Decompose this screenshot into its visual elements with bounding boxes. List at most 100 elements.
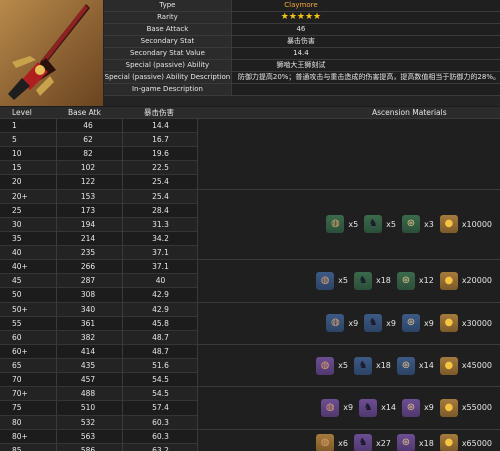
- material-count: x9: [386, 318, 396, 328]
- ascension-materials-cell: ◍ x6 ♞ x27 ⊛ x18 ● x65000: [198, 429, 500, 451]
- material-item[interactable]: ● x20000: [439, 271, 492, 290]
- secondary-stat-cell: 25.4: [152, 191, 169, 201]
- scroll-icon: ⊛: [401, 398, 420, 417]
- secondary-stat-cell: 34.2: [152, 233, 169, 243]
- mask-fragment-icon-glyph: ◍: [320, 437, 330, 449]
- material-count: x9: [343, 403, 354, 413]
- secondary-stat-cell: 51.6: [152, 361, 169, 371]
- material-count: x9: [348, 318, 359, 328]
- base-atk-cell: 122: [80, 177, 96, 187]
- material-item[interactable]: ♞ x27: [353, 434, 391, 451]
- material-item[interactable]: ⊛ x9: [401, 314, 434, 333]
- level-cell: 80+: [12, 431, 28, 441]
- material-item[interactable]: ♞ x14: [359, 398, 396, 417]
- material-item[interactable]: ● x65000: [439, 434, 492, 451]
- material-item[interactable]: ● x55000: [439, 398, 492, 417]
- info-row: Special (passive) Ability Description 防御力…: [104, 71, 500, 85]
- base-atk-cell: 586: [80, 445, 96, 451]
- material-item[interactable]: ⊛ x18: [396, 434, 434, 451]
- material-item[interactable]: ◍ x5: [326, 215, 358, 234]
- base-atk-cell: 173: [80, 205, 96, 215]
- base-atk-cell: 340: [80, 304, 96, 314]
- material-item[interactable]: ◍ x9: [321, 398, 354, 417]
- info-row: Secondary Stat Value 14.4: [104, 47, 500, 61]
- secondary-stat-cell: 42.9: [152, 290, 169, 300]
- material-item[interactable]: ♞ x18: [353, 271, 391, 290]
- secondary-stat-cell: 25.4: [152, 177, 169, 187]
- material-item[interactable]: ◍ x5: [316, 271, 348, 290]
- mora-coin-icon: ●: [439, 356, 458, 375]
- mora-coin-icon-glyph: ●: [444, 401, 454, 413]
- material-item[interactable]: ♞ x9: [364, 314, 396, 333]
- level-cell: 20+: [12, 191, 28, 201]
- material-item[interactable]: ◍ x5: [316, 356, 348, 375]
- table-row: 45 287 40: [0, 274, 197, 289]
- material-item[interactable]: ⊛ x14: [396, 356, 434, 375]
- table-row: 10 82 19.6: [0, 147, 197, 162]
- ascension-materials-cell: ◍ x5 ♞ x5 ⊛ x3 ● x10000: [198, 189, 500, 261]
- material-item[interactable]: ⊛ x3: [401, 215, 434, 234]
- header-level: Level: [12, 108, 32, 117]
- secondary-stat-cell: 31.3: [152, 219, 169, 229]
- slime-icon: ♞: [353, 356, 372, 375]
- material-item[interactable]: ♞ x18: [353, 356, 391, 375]
- info-row: Rarity ★★★★★: [104, 11, 500, 25]
- slime-icon: ♞: [364, 314, 383, 333]
- base-atk-cell: 287: [80, 276, 96, 286]
- mora-coin-icon: ●: [439, 398, 458, 417]
- base-atk-cell: 308: [80, 290, 96, 300]
- secondary-stat-cell: 45.8: [152, 318, 169, 328]
- slime-icon: ♞: [353, 434, 372, 451]
- secondary-stat-cell: 54.5: [152, 375, 169, 385]
- secondary-stat-cell: 42.9: [152, 304, 169, 314]
- level-cell: 70+: [12, 389, 28, 399]
- material-item[interactable]: ● x10000: [439, 215, 492, 234]
- mask-fragment-icon: ◍: [316, 434, 335, 451]
- materials-list: ◍ x6 ♞ x27 ⊛ x18 ● x65000: [310, 434, 492, 451]
- level-cell: 30: [12, 219, 22, 229]
- header-secondary-stat: 暴击伤害: [144, 108, 174, 117]
- table-row: 55 361 45.8: [0, 317, 197, 331]
- material-item[interactable]: ● x45000: [439, 356, 492, 375]
- ascension-materials-cell: ◍ x9 ♞ x9 ⊛ x9 ● x30000: [198, 302, 500, 345]
- level-cell: 75: [12, 403, 22, 413]
- level-cell: 1: [12, 121, 17, 130]
- scroll-icon-glyph: ⊛: [401, 274, 411, 286]
- mask-fragment-icon-glyph: ◍: [330, 317, 340, 329]
- material-item[interactable]: ● x30000: [439, 314, 492, 333]
- secondary-stat-cell: 19.6: [152, 149, 169, 159]
- material-item[interactable]: ♞ x5: [364, 215, 396, 234]
- base-atk-cell: 266: [80, 262, 96, 272]
- base-atk-cell: 532: [80, 417, 96, 427]
- material-item[interactable]: ◍ x6: [316, 434, 348, 451]
- material-count: x45000: [461, 361, 492, 371]
- material-item[interactable]: ⊛ x12: [396, 271, 434, 290]
- secondary-stat-cell: 48.7: [152, 332, 169, 342]
- level-cell: 10: [12, 149, 22, 159]
- table-row: 20 122 25.4: [0, 175, 197, 190]
- mora-coin-icon-glyph: ●: [444, 274, 454, 286]
- info-key: Secondary Stat: [104, 35, 232, 49]
- table-row: 75 510 57.4: [0, 401, 197, 416]
- material-count: x65000: [461, 438, 492, 448]
- material-count: x18: [418, 438, 434, 448]
- material-item[interactable]: ◍ x9: [326, 314, 359, 333]
- mora-coin-icon: ●: [439, 434, 458, 451]
- base-atk-cell: 235: [80, 248, 96, 258]
- material-count: x18: [375, 276, 391, 286]
- info-row: In-game Description: [104, 83, 500, 97]
- material-count: x10000: [461, 219, 492, 229]
- info-key: Secondary Stat Value: [104, 47, 232, 61]
- info-row: Type Claymore: [104, 0, 500, 13]
- table-row: 15 102 22.5: [0, 161, 197, 176]
- slime-icon-glyph: ♞: [363, 401, 373, 413]
- slime-icon-glyph: ♞: [368, 218, 378, 230]
- level-cell: 5: [12, 135, 17, 145]
- level-cell: 85: [12, 445, 22, 451]
- table-row: 40 235 37.1: [0, 246, 197, 261]
- table-row: 40+ 266 37.1: [0, 260, 197, 275]
- material-item[interactable]: ⊛ x9: [401, 398, 434, 417]
- mora-coin-icon: ●: [439, 314, 458, 333]
- materials-list: ◍ x5 ♞ x18 ⊛ x12 ● x20000: [310, 271, 492, 290]
- base-atk-cell: 102: [80, 163, 96, 173]
